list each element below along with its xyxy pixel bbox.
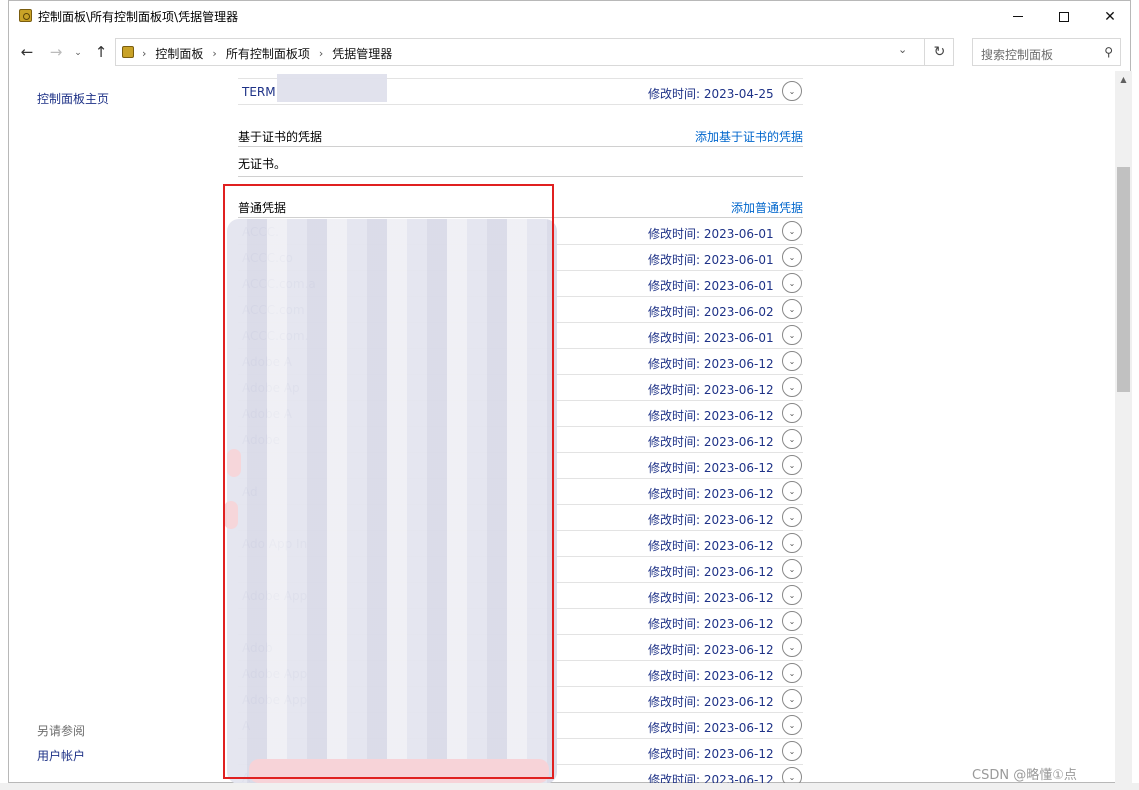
credential-modified: 修改时间: 2023-06-01 — [648, 253, 774, 267]
address-bar[interactable]: › 控制面板 › 所有控制面板项 › 凭据管理器 ⌄ ↻ — [115, 38, 954, 66]
chevron-down-icon: ⌄ — [74, 48, 82, 58]
expand-icon[interactable]: ⌄ — [782, 663, 802, 683]
expand-icon[interactable]: ⌄ — [782, 247, 802, 267]
credential-modified: 修改时间: 2023-06-12 — [648, 357, 774, 371]
credential-modified: 修改时间: 2023-06-01 — [648, 279, 774, 293]
up-button[interactable]: ↑ — [91, 42, 111, 62]
expand-icon[interactable]: ⌄ — [782, 325, 802, 345]
credential-modified: 修改时间: 2023-04-25 — [648, 87, 774, 101]
breadcrumb-all-items[interactable]: 所有控制面板项 — [226, 45, 310, 62]
arrow-left-icon: ← — [20, 43, 34, 61]
credential-modified: 修改时间: 2023-06-12 — [648, 669, 774, 683]
credential-modified: 修改时间: 2023-06-12 — [648, 695, 774, 709]
breadcrumb-control-panel[interactable]: 控制面板 — [155, 45, 203, 62]
search-icon[interactable]: ⚲ — [1104, 45, 1113, 59]
navigation-bar: ← → ⌄ ↑ › 控制面板 › 所有控制面板项 › 凭据管理器 ⌄ ↻ 搜索控… — [9, 36, 1130, 68]
expand-icon[interactable]: ⌄ — [782, 741, 802, 761]
no-certificates: 无证书。 — [238, 149, 803, 177]
expand-icon[interactable]: ⌄ — [782, 299, 802, 319]
add-generic-credential-link[interactable]: 添加普通凭据 — [731, 199, 803, 216]
minimize-icon — [1013, 16, 1023, 17]
watermark: CSDN @略懂①点 — [972, 768, 1077, 783]
add-cert-credential-link[interactable]: 添加基于证书的凭据 — [695, 128, 803, 145]
title-bar: 控制面板\所有控制面板项\凭据管理器 ✕ — [9, 1, 1130, 32]
close-button[interactable]: ✕ — [1087, 1, 1133, 32]
credential-modified: 修改时间: 2023-06-02 — [648, 305, 774, 319]
vertical-scrollbar[interactable]: ▲ — [1115, 71, 1132, 784]
credential-modified: 修改时间: 2023-06-01 — [648, 227, 774, 241]
credential-modified: 修改时间: 2023-06-12 — [648, 487, 774, 501]
breadcrumb-credential-manager[interactable]: 凭据管理器 — [332, 45, 392, 62]
credential-modified: 修改时间: 2023-06-12 — [648, 435, 774, 449]
credential-modified: 修改时间: 2023-06-12 — [648, 513, 774, 527]
expand-icon[interactable]: ⌄ — [782, 481, 802, 501]
expand-icon[interactable]: ⌄ — [782, 559, 802, 579]
window-title: 控制面板\所有控制面板项\凭据管理器 — [38, 10, 239, 24]
expand-icon[interactable]: ⌄ — [782, 351, 802, 371]
credential-modified: 修改时间: 2023-06-12 — [648, 565, 774, 579]
expand-icon[interactable]: ⌄ — [782, 377, 802, 397]
expand-icon[interactable]: ⌄ — [782, 81, 802, 101]
breadcrumb-separator: › — [212, 47, 217, 60]
credential-modified: 修改时间: 2023-06-12 — [648, 591, 774, 605]
expand-icon[interactable]: ⌄ — [782, 585, 802, 605]
credential-modified: 修改时间: 2023-06-12 — [648, 747, 774, 761]
taskbar-edge — [0, 783, 1139, 790]
address-history-dropdown[interactable]: ⌄ — [898, 43, 907, 56]
minimize-button[interactable] — [995, 1, 1041, 32]
expand-icon[interactable]: ⌄ — [782, 273, 802, 293]
credential-manager-window: 控制面板\所有控制面板项\凭据管理器 ✕ ← → ⌄ ↑ › 控制面板 › 所有… — [8, 0, 1132, 784]
credential-modified: 修改时间: 2023-06-12 — [648, 461, 774, 475]
expand-icon[interactable]: ⌄ — [782, 221, 802, 241]
credential-name: TERM — [242, 85, 276, 99]
credentials-content: TERM 修改时间: 2023-04-25 ⌄ 基于证书的凭据 添加基于证书的凭… — [9, 71, 1115, 784]
close-icon: ✕ — [1104, 8, 1116, 25]
expand-icon[interactable]: ⌄ — [782, 507, 802, 527]
scrollbar-thumb[interactable] — [1117, 167, 1130, 392]
breadcrumb: › 控制面板 › 所有控制面板项 › 凭据管理器 — [142, 45, 392, 62]
redaction-mosaic — [224, 501, 238, 529]
expand-icon[interactable]: ⌄ — [782, 455, 802, 475]
refresh-button[interactable]: ↻ — [924, 38, 954, 66]
credential-modified: 修改时间: 2023-06-12 — [648, 409, 774, 423]
credential-modified: 修改时间: 2023-06-12 — [648, 643, 774, 657]
credential-modified: 修改时间: 2023-06-12 — [648, 539, 774, 553]
generic-credentials-header: 普通凭据 添加普通凭据 — [238, 196, 803, 218]
refresh-icon: ↻ — [933, 44, 946, 60]
forward-button[interactable]: → — [46, 42, 66, 62]
expand-icon[interactable]: ⌄ — [782, 611, 802, 631]
expand-icon[interactable]: ⌄ — [782, 533, 802, 553]
control-panel-icon — [19, 9, 32, 22]
expand-icon[interactable]: ⌄ — [782, 689, 802, 709]
credential-modified: 修改时间: 2023-06-01 — [648, 331, 774, 345]
arrow-up-icon: ↑ — [94, 43, 108, 61]
back-button[interactable]: ← — [17, 42, 37, 62]
cert-credentials-header: 基于证书的凭据 添加基于证书的凭据 — [238, 125, 803, 147]
redaction-mosaic — [249, 759, 549, 783]
maximize-icon — [1059, 11, 1069, 22]
control-panel-icon — [122, 46, 134, 58]
expand-icon[interactable]: ⌄ — [782, 715, 802, 735]
breadcrumb-separator: › — [318, 47, 324, 60]
expand-icon[interactable]: ⌄ — [782, 637, 802, 657]
credential-modified: 修改时间: 2023-06-12 — [648, 721, 774, 735]
redaction-mosaic — [227, 449, 241, 477]
no-certificates-text: 无证书。 — [238, 157, 287, 171]
credential-modified: 修改时间: 2023-06-12 — [648, 383, 774, 397]
search-placeholder: 搜索控制面板 — [981, 48, 1054, 62]
scroll-up-icon[interactable]: ▲ — [1115, 75, 1132, 84]
arrow-right-icon: → — [49, 43, 63, 61]
expand-icon[interactable]: ⌄ — [782, 403, 802, 423]
search-input[interactable]: 搜索控制面板 ⚲ — [972, 38, 1121, 66]
generic-credentials-title: 普通凭据 — [238, 201, 287, 215]
expand-icon[interactable]: ⌄ — [782, 429, 802, 449]
cert-credentials-title: 基于证书的凭据 — [238, 130, 323, 144]
redaction-mosaic — [227, 219, 557, 784]
maximize-button[interactable] — [1041, 1, 1087, 32]
redaction-mosaic — [277, 74, 387, 102]
breadcrumb-separator: › — [142, 47, 147, 60]
expand-icon[interactable]: ⌄ — [782, 767, 802, 784]
credential-modified: 修改时间: 2023-06-12 — [648, 617, 774, 631]
recent-locations-button[interactable]: ⌄ — [72, 43, 84, 63]
